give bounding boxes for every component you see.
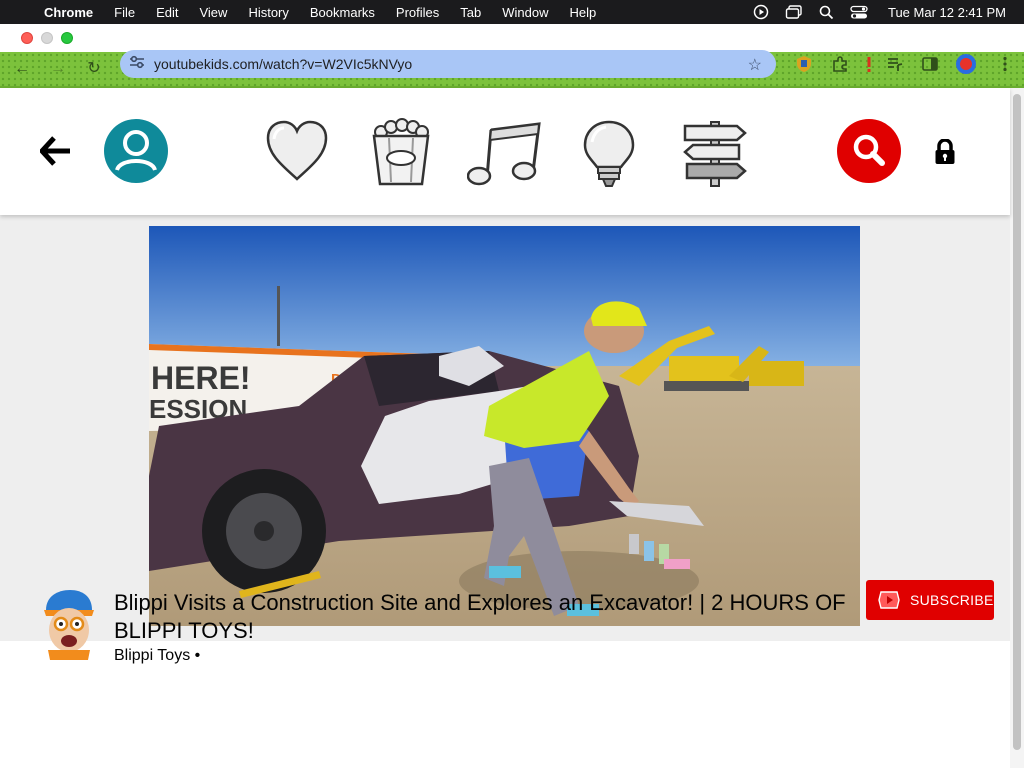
window-close-button[interactable] [21,32,33,44]
profile-record-icon[interactable] [955,53,977,75]
subscribe-button[interactable]: SUBSCRIBE [866,580,994,620]
banner-text-large: HERE! [151,360,251,396]
search-icon[interactable] [836,118,902,184]
menu-window[interactable]: Window [502,5,548,20]
channel-avatar[interactable] [40,588,96,660]
menu-file[interactable]: File [114,5,135,20]
menu-tab[interactable]: Tab [460,5,481,20]
top-navigation [0,88,1010,215]
video-frame-image: HERE! ESSION DIGTHIS [149,226,860,626]
menu-help[interactable]: Help [570,5,597,20]
channel-name[interactable]: Blippi Toys • [114,647,200,665]
reload-icon[interactable]: ↻ [83,58,105,80]
page-scrollbar[interactable] [1010,88,1024,768]
video-title: Blippi Visits a Construction Site and Ex… [114,590,846,643]
url-text[interactable]: youtubekids.com/watch?v=W2VIc5kNVyo [154,56,412,72]
lock-icon[interactable] [934,139,956,165]
forward-nav-icon[interactable]: → [47,58,69,80]
youtube-kids-page: HERE! ESSION DIGTHIS [0,88,1010,768]
site-settings-icon[interactable] [120,55,154,74]
scrollbar-thumb[interactable] [1013,94,1021,750]
extensions-puzzle-icon[interactable] [831,55,849,73]
side-panel-icon[interactable] [921,55,939,73]
back-nav-icon[interactable]: ← [11,58,33,80]
menu-clock[interactable]: Tue Mar 12 2:41 PM [888,5,1006,20]
window-stack-icon[interactable] [785,4,803,20]
address-bar[interactable]: youtubekids.com/watch?v=W2VIc5kNVyo ☆ [120,50,776,78]
signpost-icon[interactable] [681,120,749,188]
youtube-play-icon [878,591,900,609]
menu-bookmarks[interactable]: Bookmarks [310,5,375,20]
browser-menu-icon[interactable] [996,55,1014,73]
menu-bar: Chrome File Edit View History Bookmarks … [0,0,1024,24]
arrow-left-icon[interactable] [40,136,72,166]
menu-history[interactable]: History [248,5,288,20]
extension-shield-icon[interactable] [795,55,813,73]
popcorn-icon[interactable] [369,118,433,188]
reading-list-icon[interactable] [886,55,904,73]
video-player[interactable]: HERE! ESSION DIGTHIS [149,226,860,626]
menu-view[interactable]: View [199,5,227,20]
spotlight-search-icon[interactable] [819,5,834,20]
heart-icon[interactable] [264,119,330,183]
subscribe-label: SUBSCRIBE [910,592,994,608]
menu-edit[interactable]: Edit [156,5,178,20]
control-center-icon[interactable] [850,5,868,20]
profile-icon[interactable] [103,118,169,184]
window-maximize-button[interactable] [61,32,73,44]
bookmark-star-icon[interactable]: ☆ [748,55,762,75]
alert-extension-icon[interactable] [860,55,878,73]
menu-profiles[interactable]: Profiles [396,5,439,20]
lightbulb-icon[interactable] [582,120,636,188]
window-minimize-button[interactable] [41,32,53,44]
window-titlebar [0,24,1024,52]
menu-chrome[interactable]: Chrome [44,5,93,20]
music-icon[interactable] [467,122,543,186]
play-status-icon[interactable] [753,4,769,20]
